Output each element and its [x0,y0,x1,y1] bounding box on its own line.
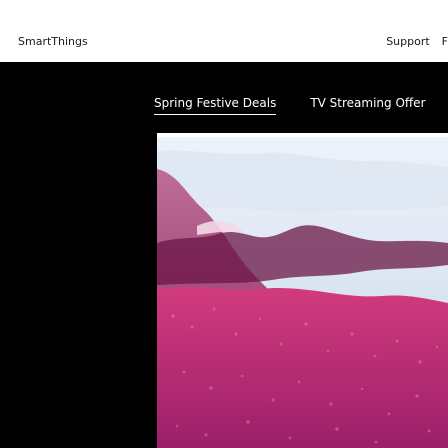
smartthings-link[interactable]: SmartThings [18,35,88,48]
promo-section: Spring Festive Deals TV Streaming Offer [0,62,448,448]
tab-spring-festive-deals[interactable]: Spring Festive Deals [154,96,277,115]
spring-flower-field-image [157,133,448,448]
truncated-nav-link[interactable]: F [442,35,448,48]
banner-artwork [157,133,448,448]
utility-links: Support F [386,35,448,48]
support-link[interactable]: Support [386,35,429,48]
tab-tv-streaming-offer[interactable]: TV Streaming Offer [310,96,425,115]
page: SmartThings Support F Spring Festive Dea… [0,0,448,448]
top-edge-line [157,133,448,137]
flower-field [157,287,448,448]
top-navigation: SmartThings Support F [0,0,448,62]
promo-tab-strip: Spring Festive Deals TV Streaming Offer [154,96,426,115]
